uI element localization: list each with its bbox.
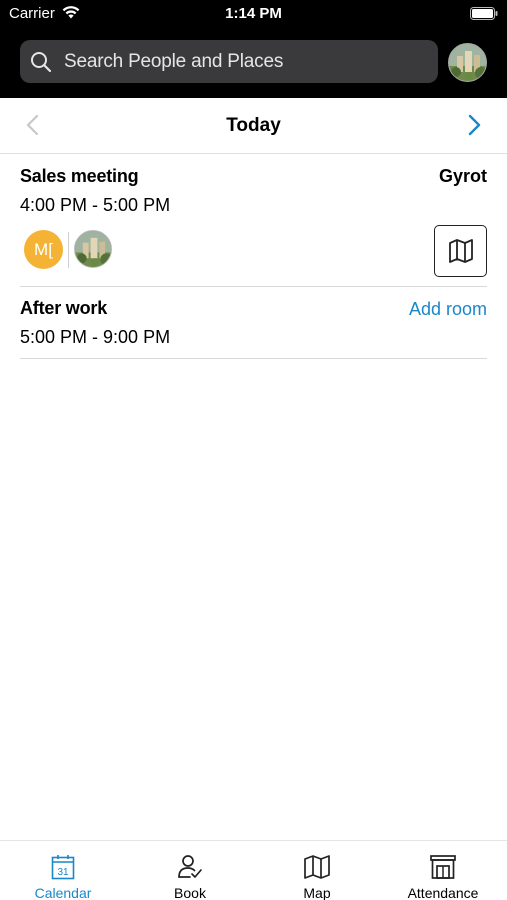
profile-avatar[interactable] xyxy=(448,43,487,82)
tab-label: Map xyxy=(303,885,331,900)
search-input[interactable]: Search People and Places xyxy=(64,51,283,73)
tab-map[interactable]: Map xyxy=(254,841,380,900)
tab-label: Attendance xyxy=(407,885,479,900)
event-room: Gyrot xyxy=(438,166,487,186)
search-icon xyxy=(31,52,52,73)
map-icon xyxy=(449,239,473,263)
event-title: After work xyxy=(20,298,108,318)
status-time: 1:14 PM xyxy=(225,5,282,22)
person-check-icon xyxy=(178,855,202,878)
tab-book[interactable]: Book xyxy=(127,841,253,900)
tab-bar: 31 Calendar Book Map Attendance xyxy=(0,840,507,900)
event-time: 5:00 PM - 9:00 PM xyxy=(20,327,171,347)
event-title: Sales meeting xyxy=(20,166,139,186)
event-item[interactable]: After work Add room 5:00 PM - 9:00 PM xyxy=(20,287,487,359)
tab-label: Book xyxy=(174,885,206,900)
participant-divider xyxy=(68,232,69,268)
show-on-map-button[interactable] xyxy=(434,225,487,277)
calendar-icon: 31 xyxy=(51,855,75,880)
tab-calendar[interactable]: 31 Calendar xyxy=(0,841,126,900)
calendar-day-number: 31 xyxy=(57,867,69,878)
building-icon xyxy=(430,855,456,879)
tab-label: Calendar xyxy=(34,885,92,900)
event-time: 4:00 PM - 5:00 PM xyxy=(20,195,171,215)
battery-icon xyxy=(470,7,498,20)
chevron-right-icon[interactable] xyxy=(463,112,485,138)
map-icon xyxy=(304,855,330,879)
avatar-photo-icon xyxy=(75,231,111,267)
add-room-link[interactable]: Add room xyxy=(409,299,487,320)
event-item[interactable]: Sales meeting Gyrot 4:00 PM - 5:00 PM M[ xyxy=(20,155,487,287)
avatar-photo-icon xyxy=(449,44,486,81)
top-header: Carrier 1:14 PM Search People and Places xyxy=(0,0,507,98)
status-bar: Carrier 1:14 PM xyxy=(0,0,507,28)
date-navigation: Today xyxy=(0,98,507,154)
participant-avatar-photo[interactable] xyxy=(74,230,112,268)
participants-list: M[ xyxy=(24,228,134,270)
search-bar[interactable]: Search People and Places xyxy=(20,40,438,83)
tab-attendance[interactable]: Attendance xyxy=(380,841,506,900)
date-title: Today xyxy=(226,115,281,136)
participant-avatar-initials[interactable]: M[ xyxy=(24,230,63,269)
